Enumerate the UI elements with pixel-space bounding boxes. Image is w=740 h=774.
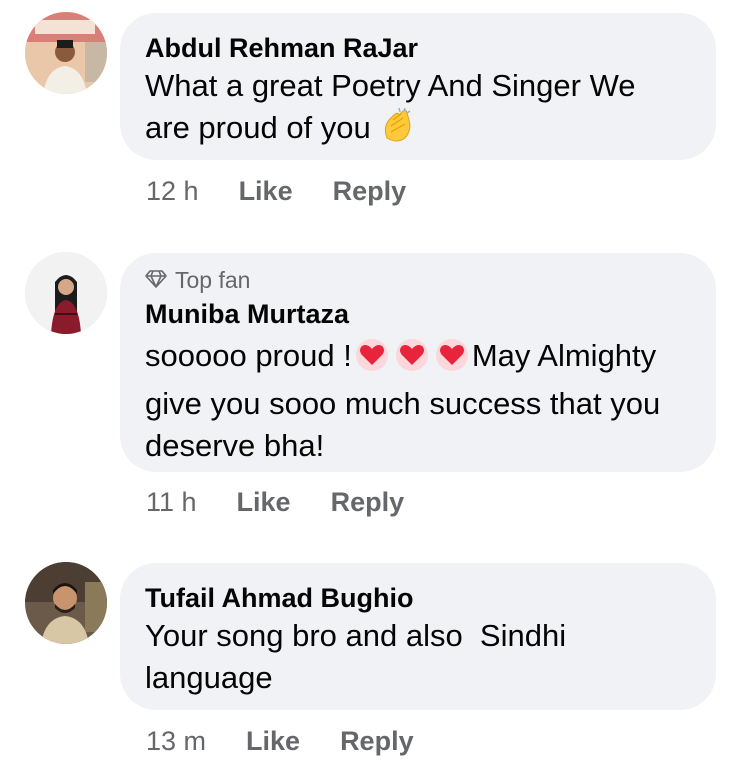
comment-actions: 11 h Like Reply — [146, 487, 404, 518]
comment-actions: 13 m Like Reply — [146, 726, 414, 757]
heart-icon — [432, 338, 472, 383]
avatar[interactable] — [25, 252, 107, 334]
comment-text-line: give you sooo much success that you — [145, 386, 661, 421]
avatar-photo-3 — [25, 562, 107, 644]
comment-bubble: Tufail Ahmad Bughio Your song bro and al… — [120, 563, 716, 710]
comment-text-line: deserve bha! — [145, 428, 325, 463]
comment-author[interactable]: Muniba Murtaza — [145, 297, 692, 331]
comment-timestamp[interactable]: 11 h — [146, 487, 197, 518]
comment-text-line: sooooo proud ! — [145, 338, 352, 373]
comment-bubble: Top fan Muniba Murtaza sooooo proud ! May… — [120, 253, 716, 472]
comment-text-line: May Almighty — [471, 338, 657, 373]
comment-timestamp[interactable]: 13 m — [146, 726, 206, 757]
heart-icon — [352, 338, 392, 383]
diamond-icon — [145, 267, 167, 293]
avatar-photo-1 — [25, 12, 107, 94]
avatar[interactable] — [25, 12, 107, 94]
comment-text-line: are proud of you — [145, 110, 371, 145]
like-button[interactable]: Like — [237, 487, 291, 518]
clapping-hands-icon — [379, 107, 415, 155]
comment-text: sooooo proud ! May Almighty give you sooo… — [145, 335, 692, 467]
comment-text-line: Your song bro and also Sindhi — [145, 618, 567, 653]
avatar-photo-2 — [25, 252, 107, 334]
comment-timestamp[interactable]: 12 h — [146, 176, 199, 207]
heart-icon — [392, 338, 432, 383]
reply-button[interactable]: Reply — [331, 487, 405, 518]
top-fan-badge: Top fan — [145, 267, 692, 293]
comment-text-line: language — [145, 660, 273, 695]
comment-author[interactable]: Abdul Rehman RaJar — [145, 31, 692, 65]
avatar[interactable] — [25, 562, 107, 644]
comment-bubble: Abdul Rehman RaJar What a great Poetry A… — [120, 13, 716, 160]
comment-text-line: What a great Poetry And Singer We — [145, 68, 636, 103]
like-button[interactable]: Like — [246, 726, 300, 757]
reply-button[interactable]: Reply — [340, 726, 414, 757]
top-fan-label: Top fan — [175, 267, 251, 293]
comment-text: What a great Poetry And Singer We are pr… — [145, 65, 692, 155]
comment-author[interactable]: Tufail Ahmad Bughio — [145, 581, 692, 615]
comment-text: Your song bro and also Sindhi language — [145, 615, 692, 699]
reply-button[interactable]: Reply — [333, 176, 407, 207]
comment-actions: 12 h Like Reply — [146, 176, 406, 207]
like-button[interactable]: Like — [239, 176, 293, 207]
